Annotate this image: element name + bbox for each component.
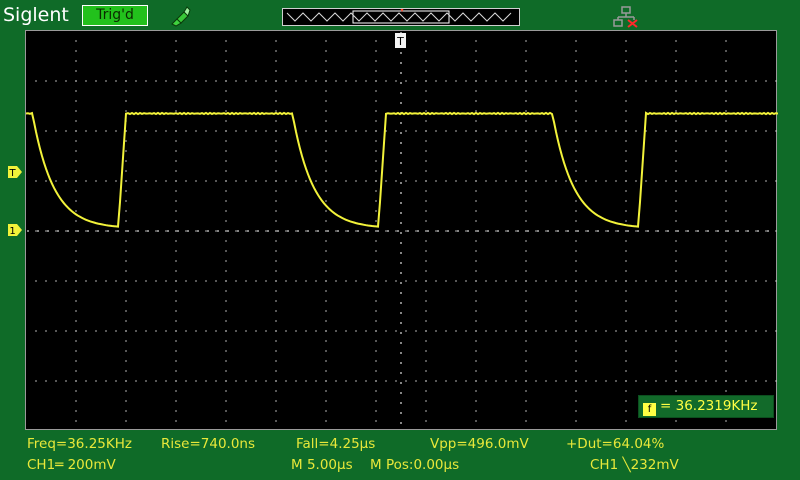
svg-text:T: T	[8, 168, 16, 178]
svg-text:T: T	[396, 35, 404, 48]
probe-icon	[171, 6, 191, 27]
measure-rise-time: Rise=740.0ns	[161, 436, 256, 452]
horizontal-position-label: M Pos:0.00µs	[370, 457, 460, 473]
trigger-setting-label: CH1 ╲232mV	[590, 457, 679, 473]
ch1-waveform-trace	[25, 111, 779, 228]
timebase-position-bar[interactable]	[282, 8, 520, 26]
network-disconnected-icon	[613, 6, 638, 28]
svg-text:1: 1	[9, 226, 15, 236]
measure-fall-time: Fall=4.25µs	[296, 436, 376, 452]
waveform-display[interactable]: T	[25, 30, 779, 430]
brand-label: Siglent	[3, 4, 69, 26]
measure-vpp: Vpp=496.0mV	[430, 436, 529, 452]
trigger-position-marker[interactable]: T	[395, 33, 406, 48]
measure-frequency: Freq=36.25KHz	[27, 436, 132, 452]
ch1-scale-label: CH1═ 200mV	[27, 457, 116, 473]
timebase-label: M 5.00µs	[291, 457, 353, 473]
measure-duty-cycle: +Dut=64.04%	[566, 436, 665, 452]
waveform-grid: T	[25, 32, 779, 424]
frequency-counter-value: = 36.2319KHz	[660, 398, 758, 414]
frequency-counter: f = 36.2319KHz	[638, 395, 774, 418]
trigger-level-marker[interactable]: T	[8, 166, 22, 178]
frequency-icon: f	[643, 403, 656, 416]
ch1-ground-marker[interactable]: 1	[8, 224, 22, 236]
trigger-status-badge: Trig'd	[82, 5, 148, 26]
timebase-overview	[286, 8, 512, 24]
